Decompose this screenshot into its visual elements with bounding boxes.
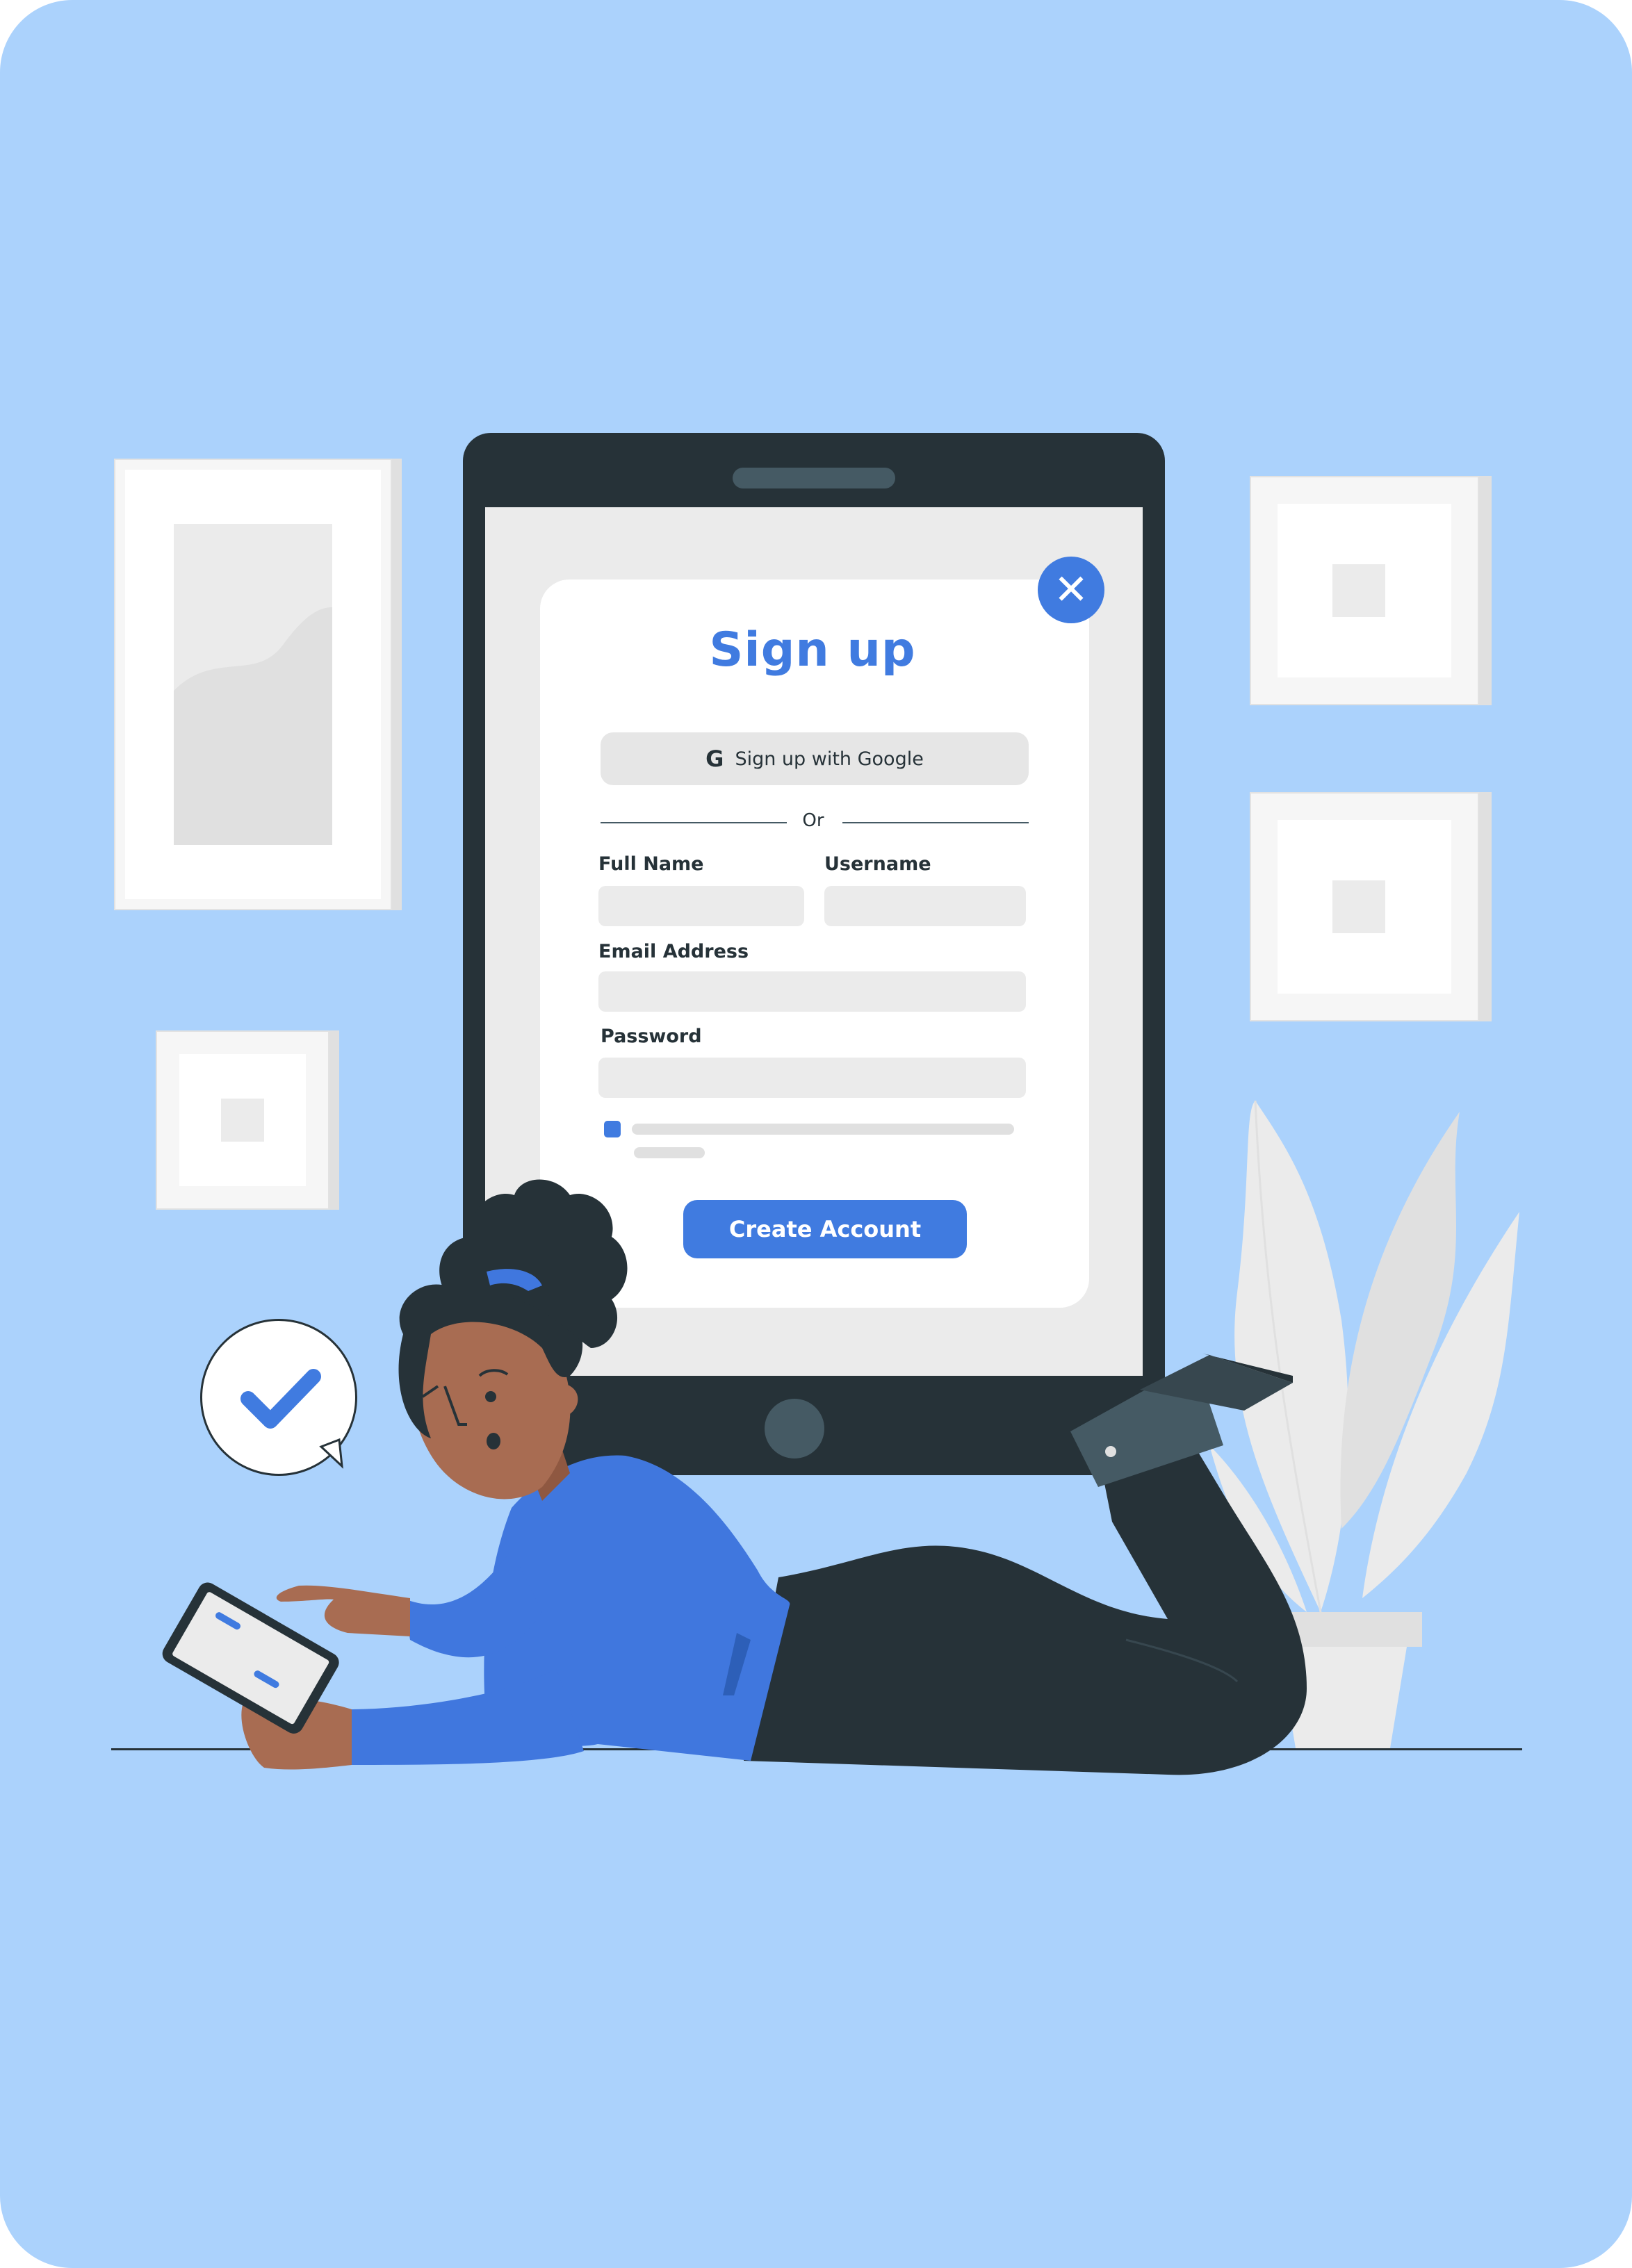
- person-illustration: [162, 1179, 1307, 1775]
- page-canvas: ✕ Sign up G Sign up with Google Or Full …: [0, 0, 1632, 2268]
- background-card: ✕ Sign up G Sign up with Google Or Full …: [0, 0, 1632, 2268]
